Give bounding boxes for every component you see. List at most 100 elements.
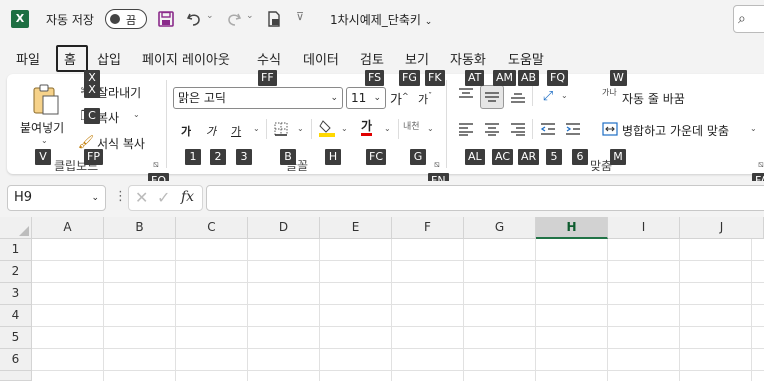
column-header-c[interactable]: C xyxy=(176,217,248,239)
spreadsheet-grid[interactable] xyxy=(0,217,764,381)
row-header-3[interactable]: 3 xyxy=(0,283,32,305)
cut-label[interactable]: 잘라내기 xyxy=(97,84,141,101)
row-header-5[interactable]: 5 xyxy=(0,327,32,349)
orientation-dropdown-icon[interactable]: ⌄ xyxy=(561,91,568,100)
underline-button[interactable]: 가 xyxy=(231,123,241,139)
select-all-corner[interactable] xyxy=(0,217,32,239)
enter-icon[interactable]: ✓ xyxy=(157,188,170,207)
underline-dropdown-icon[interactable]: ⌄ xyxy=(253,124,260,133)
paste-dropdown-icon[interactable]: ⌄ xyxy=(41,136,48,145)
tab-page-layout[interactable]: 페이지 레이아웃 xyxy=(142,49,230,68)
bold-button[interactable]: 가 xyxy=(181,123,191,139)
copy-label[interactable]: 복사 xyxy=(97,109,119,126)
tab-formulas[interactable]: 수식 xyxy=(257,49,281,68)
shrink-font-button[interactable]: 가ˇ xyxy=(418,91,432,107)
redo-dropdown-icon[interactable]: ⌄ xyxy=(246,11,254,21)
more-options-icon[interactable]: ⋮ xyxy=(114,189,127,204)
tab-file[interactable]: 파일 xyxy=(16,49,40,68)
undo-dropdown-icon[interactable]: ⌄ xyxy=(206,11,214,21)
borders-dropdown-icon[interactable]: ⌄ xyxy=(297,124,304,133)
column-header-i[interactable]: I xyxy=(608,217,680,239)
undo-icon[interactable] xyxy=(184,9,204,29)
keytip-italic: 2 xyxy=(210,149,226,165)
format-painter-icon[interactable]: 🖌 xyxy=(78,134,95,150)
save-icon[interactable] xyxy=(156,9,176,29)
wrap-text-icon[interactable]: 가나 xyxy=(602,88,617,97)
tab-automate[interactable]: 자동화 xyxy=(450,49,486,68)
tab-home[interactable]: 홈 xyxy=(64,49,76,68)
clipboard-launcher-icon[interactable]: ⧅ xyxy=(153,160,159,170)
paste-icon[interactable] xyxy=(30,84,60,116)
borders-icon[interactable] xyxy=(273,121,289,137)
name-box-dropdown-icon[interactable]: ⌄ xyxy=(91,186,99,210)
align-right-icon[interactable] xyxy=(509,120,527,138)
orientation-icon[interactable]: ⤢ xyxy=(539,88,557,104)
separator xyxy=(532,119,533,139)
merge-center-icon[interactable] xyxy=(601,120,619,138)
column-header-j[interactable]: J xyxy=(680,217,764,239)
align-bottom-icon[interactable] xyxy=(509,88,527,106)
font-color-dropdown-icon[interactable]: ⌄ xyxy=(384,124,391,133)
column-header-a[interactable]: A xyxy=(32,217,104,239)
merge-center-label[interactable]: 병합하고 가운데 맞춤 xyxy=(622,122,729,139)
column-header-g[interactable]: G xyxy=(464,217,536,239)
font-size-select[interactable]: 11 ⌄ xyxy=(346,87,386,109)
format-painter-label[interactable]: 서식 복사 xyxy=(97,135,145,152)
phonetic-dropdown-icon[interactable]: ⌄ xyxy=(427,124,434,133)
copy-dropdown-icon[interactable]: ⌄ xyxy=(133,110,140,119)
tab-data[interactable]: 데이터 xyxy=(303,49,339,68)
keytip-merge: M xyxy=(610,149,626,165)
increase-indent-icon[interactable] xyxy=(564,120,582,138)
font-color-button[interactable]: 가 xyxy=(361,119,373,136)
keytip-align-top: AT xyxy=(465,70,485,86)
fill-color-icon[interactable] xyxy=(319,119,335,137)
fill-color-dropdown-icon[interactable]: ⌄ xyxy=(341,124,348,133)
search-icon[interactable]: ⌕ xyxy=(733,5,764,33)
row-header-1[interactable]: 1 xyxy=(0,239,32,261)
align-middle-button[interactable] xyxy=(480,85,504,109)
column-header-e[interactable]: E xyxy=(320,217,392,239)
merge-dropdown-icon[interactable]: ⌄ xyxy=(750,124,757,133)
cancel-icon[interactable]: ✕ xyxy=(135,188,148,207)
document-format-icon[interactable] xyxy=(264,9,284,29)
document-title[interactable]: 1차시예제_단축키 ⌄ xyxy=(330,11,432,28)
redo-icon[interactable] xyxy=(224,9,244,29)
tab-help[interactable]: 도움말 xyxy=(508,49,544,68)
alignment-group-label: 맞춤 xyxy=(590,159,613,173)
keytip-align-bottom: AB xyxy=(518,70,540,86)
alignment-launcher-icon[interactable]: ⧅ xyxy=(758,160,764,170)
align-center-icon[interactable] xyxy=(483,120,501,138)
row-header-6[interactable]: 6 xyxy=(0,349,32,371)
align-left-icon[interactable] xyxy=(457,120,475,138)
gridline xyxy=(32,260,764,261)
column-header-f[interactable]: F xyxy=(392,217,464,239)
phonetic-button[interactable]: 내천 xyxy=(403,119,420,132)
insert-function-icon[interactable]: fx xyxy=(181,189,194,205)
autosave-toggle[interactable]: 끔 xyxy=(105,9,147,29)
tab-review[interactable]: 검토 xyxy=(360,49,384,68)
column-header-b[interactable]: B xyxy=(104,217,176,239)
name-box[interactable]: H9 ⌄ xyxy=(7,185,106,211)
keytip-align-middle: AM xyxy=(493,70,517,86)
column-header-h[interactable]: H xyxy=(536,217,608,239)
customize-qat-icon[interactable]: ⊽ xyxy=(296,10,304,23)
tab-view[interactable]: 보기 xyxy=(405,49,429,68)
font-name-select[interactable]: 맑은 고딕 ⌄ xyxy=(173,87,343,109)
font-size-value: 11 xyxy=(351,91,367,105)
keytip-font-color: FC xyxy=(366,149,387,165)
align-top-icon[interactable] xyxy=(457,86,475,104)
paste-label[interactable]: 붙여넣기 xyxy=(20,119,64,136)
row-header-7[interactable] xyxy=(0,371,32,381)
wrap-text-label[interactable]: 자동 줄 바꿈 xyxy=(622,90,685,107)
formula-input[interactable] xyxy=(206,185,764,211)
font-launcher-icon[interactable]: ⧅ xyxy=(434,160,440,170)
gridline xyxy=(32,326,764,327)
separator xyxy=(166,80,167,168)
row-header-4[interactable]: 4 xyxy=(0,305,32,327)
row-header-2[interactable]: 2 xyxy=(0,261,32,283)
column-header-d[interactable]: D xyxy=(248,217,320,239)
tab-insert[interactable]: 삽입 xyxy=(97,49,121,68)
italic-button[interactable]: 가 xyxy=(206,123,216,139)
decrease-indent-icon[interactable] xyxy=(539,120,557,138)
grow-font-button[interactable]: 가^ xyxy=(390,89,409,108)
